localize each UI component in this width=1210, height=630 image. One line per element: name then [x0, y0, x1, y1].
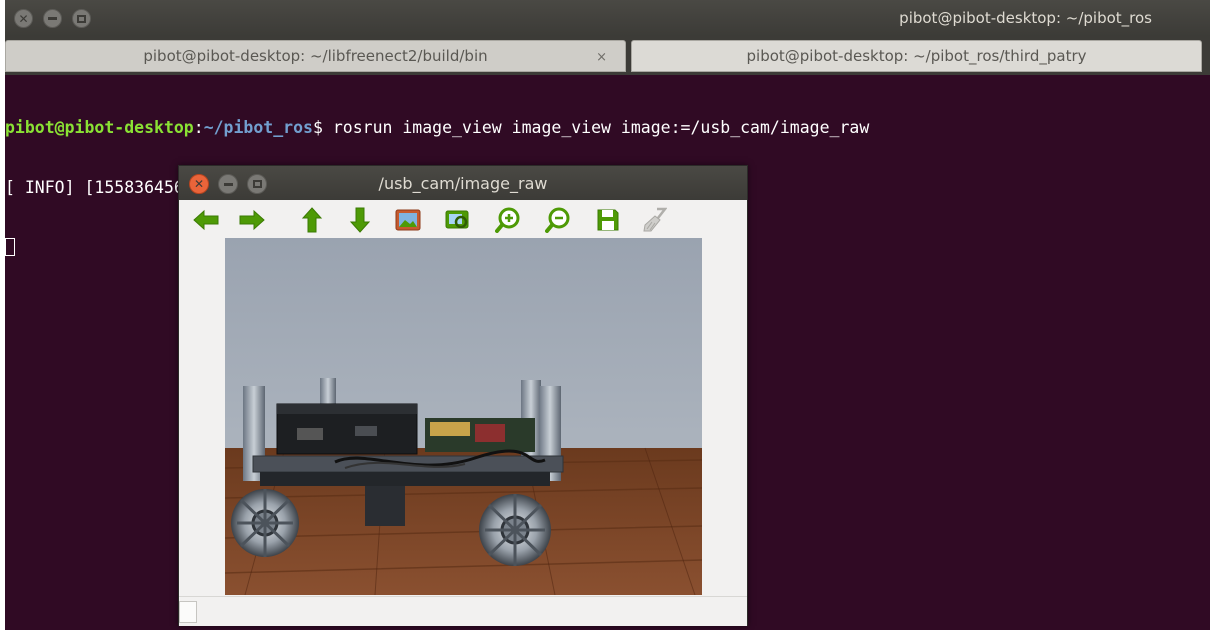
- tab-label: pibot@pibot-desktop: ~/libfreenect2/buil…: [143, 47, 488, 65]
- camera-image[interactable]: [225, 238, 702, 595]
- image-view-toolbar: [179, 200, 747, 238]
- tab-close-icon[interactable]: ×: [596, 50, 607, 65]
- status-field: [179, 601, 197, 623]
- close-button[interactable]: ✕: [14, 9, 33, 28]
- prompt-symbol: $: [312, 118, 323, 137]
- arrow-right-icon: [239, 209, 265, 231]
- prompt-colon: :: [193, 118, 204, 137]
- image-view-titlebar[interactable]: ✕ /usb_cam/image_raw: [179, 166, 747, 200]
- image-view-title: /usb_cam/image_raw: [378, 174, 548, 193]
- zoom-in-button[interactable]: [493, 205, 523, 235]
- image-view-window: ✕ /usb_cam/image_raw: [178, 165, 748, 626]
- zoom-fit-button[interactable]: [443, 205, 473, 235]
- command-text: rosrun image_view image_view image:=/usb…: [322, 118, 870, 137]
- tab-libfreenect2[interactable]: pibot@pibot-desktop: ~/libfreenect2/buil…: [5, 40, 626, 72]
- tab-label: pibot@pibot-desktop: ~/pibot_ros/third_p…: [746, 47, 1087, 65]
- up-button[interactable]: [297, 205, 327, 235]
- text-cursor: [5, 238, 15, 256]
- zoom-fit-icon: [445, 210, 469, 229]
- image-icon: [395, 209, 421, 231]
- save-button[interactable]: [593, 205, 623, 235]
- terminal-titlebar[interactable]: ✕ pibot@pibot-desktop: ~/pibot_ros: [5, 0, 1210, 36]
- save-icon: [597, 209, 619, 231]
- clear-button[interactable]: [639, 205, 669, 235]
- prompt-path: ~/pibot_ros: [203, 118, 313, 137]
- tab-bar: pibot@pibot-desktop: ~/libfreenect2/buil…: [5, 36, 1210, 75]
- zoom-out-icon: [545, 207, 570, 233]
- command-line: pibot@pibot-desktop:~/pibot_ros$ rosrun …: [5, 118, 1210, 138]
- close-icon: ✕: [18, 11, 29, 26]
- forward-button[interactable]: [237, 205, 267, 235]
- original-size-button[interactable]: [393, 205, 423, 235]
- clear-icon: [643, 207, 667, 232]
- arrow-left-icon: [193, 209, 219, 231]
- zoom-out-button[interactable]: [543, 205, 573, 235]
- status-bar: [179, 596, 747, 626]
- robot-photo: [225, 238, 702, 595]
- maximize-icon: [77, 14, 86, 23]
- tab-pibot-ros[interactable]: pibot@pibot-desktop: ~/pibot_ros/third_p…: [631, 40, 1202, 72]
- minimize-icon: [48, 17, 57, 20]
- arrow-up-icon: [301, 207, 323, 233]
- arrow-down-icon: [349, 207, 371, 233]
- window-title: pibot@pibot-desktop: ~/pibot_ros: [899, 9, 1152, 27]
- down-button[interactable]: [345, 205, 375, 235]
- zoom-in-icon: [495, 207, 520, 233]
- maximize-button[interactable]: [72, 9, 91, 28]
- prompt-user-host: pibot@pibot-desktop: [5, 118, 194, 137]
- back-button[interactable]: [191, 205, 221, 235]
- minimize-button[interactable]: [43, 9, 62, 28]
